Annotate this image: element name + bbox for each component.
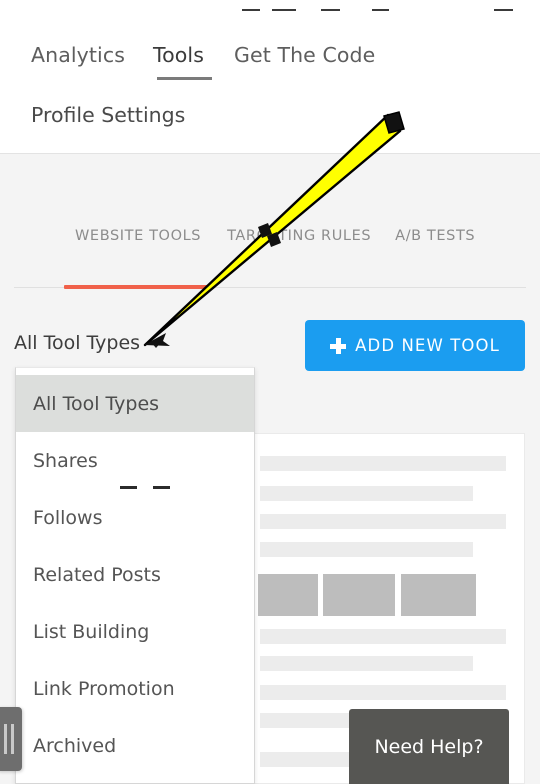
nav-item-tools[interactable]: Tools (153, 43, 204, 67)
skeleton-block (258, 574, 318, 616)
tab-active-indicator (64, 285, 210, 289)
tab-targeting-rules[interactable]: TARGETING RULES (227, 228, 371, 244)
dropdown-option-related-posts[interactable]: Related Posts (16, 546, 254, 603)
skeleton-bar (260, 656, 473, 671)
nav-item-get-the-code[interactable]: Get The Code (234, 43, 375, 67)
skeleton-bar (260, 514, 506, 529)
dropdown-option-archived[interactable]: Archived (16, 717, 254, 774)
skeleton-bar (260, 486, 473, 501)
skeleton-bar (260, 456, 506, 471)
need-help-label: Need Help? (374, 735, 484, 758)
tab-ab-tests[interactable]: A/B TESTS (395, 228, 475, 244)
dropdown-option-list-building[interactable]: List Building (16, 603, 254, 660)
header-panel: Analytics Tools Get The Code Profile Set… (0, 11, 540, 154)
skeleton-block (401, 574, 476, 616)
handle-bar (11, 724, 14, 754)
tab-website-tools[interactable]: WEBSITE TOOLS (75, 228, 201, 244)
tool-type-filter-label: All Tool Types (14, 332, 141, 354)
plus-icon (330, 337, 347, 354)
add-new-tool-label: ADD NEW TOOL (355, 336, 500, 355)
skeleton-bar (260, 629, 506, 644)
dropdown-option-all-tool-types[interactable]: All Tool Types (16, 375, 254, 432)
skeleton-bar (260, 685, 506, 700)
nav-item-profile-settings[interactable]: Profile Settings (31, 103, 185, 127)
primary-nav: Analytics Tools Get The Code (0, 33, 540, 77)
nav-item-analytics[interactable]: Analytics (31, 43, 125, 67)
dropdown-option-shares[interactable]: Shares (16, 432, 254, 489)
add-new-tool-button[interactable]: ADD NEW TOOL (305, 320, 525, 371)
dropdown-option-link-promotion[interactable]: Link Promotion (16, 660, 254, 717)
tab-list: WEBSITE TOOLS TARGETING RULES A/B TESTS (75, 228, 475, 244)
drag-handle-icon[interactable] (0, 707, 22, 771)
handle-bar (4, 724, 7, 754)
tool-type-filter-trigger[interactable]: All Tool Types (14, 332, 163, 354)
chevron-down-icon (150, 341, 163, 348)
skeleton-block (323, 574, 395, 616)
app-root: Analytics Tools Get The Code Profile Set… (0, 0, 540, 784)
tool-type-dropdown-menu[interactable]: All Tool Types Shares Follows Related Po… (15, 367, 255, 784)
dropdown-option-follows[interactable]: Follows (16, 489, 254, 546)
tab-bar: WEBSITE TOOLS TARGETING RULES A/B TESTS (0, 228, 540, 288)
need-help-widget[interactable]: Need Help? (349, 709, 509, 784)
skeleton-bar (260, 542, 473, 557)
nav-active-underline (157, 77, 212, 80)
